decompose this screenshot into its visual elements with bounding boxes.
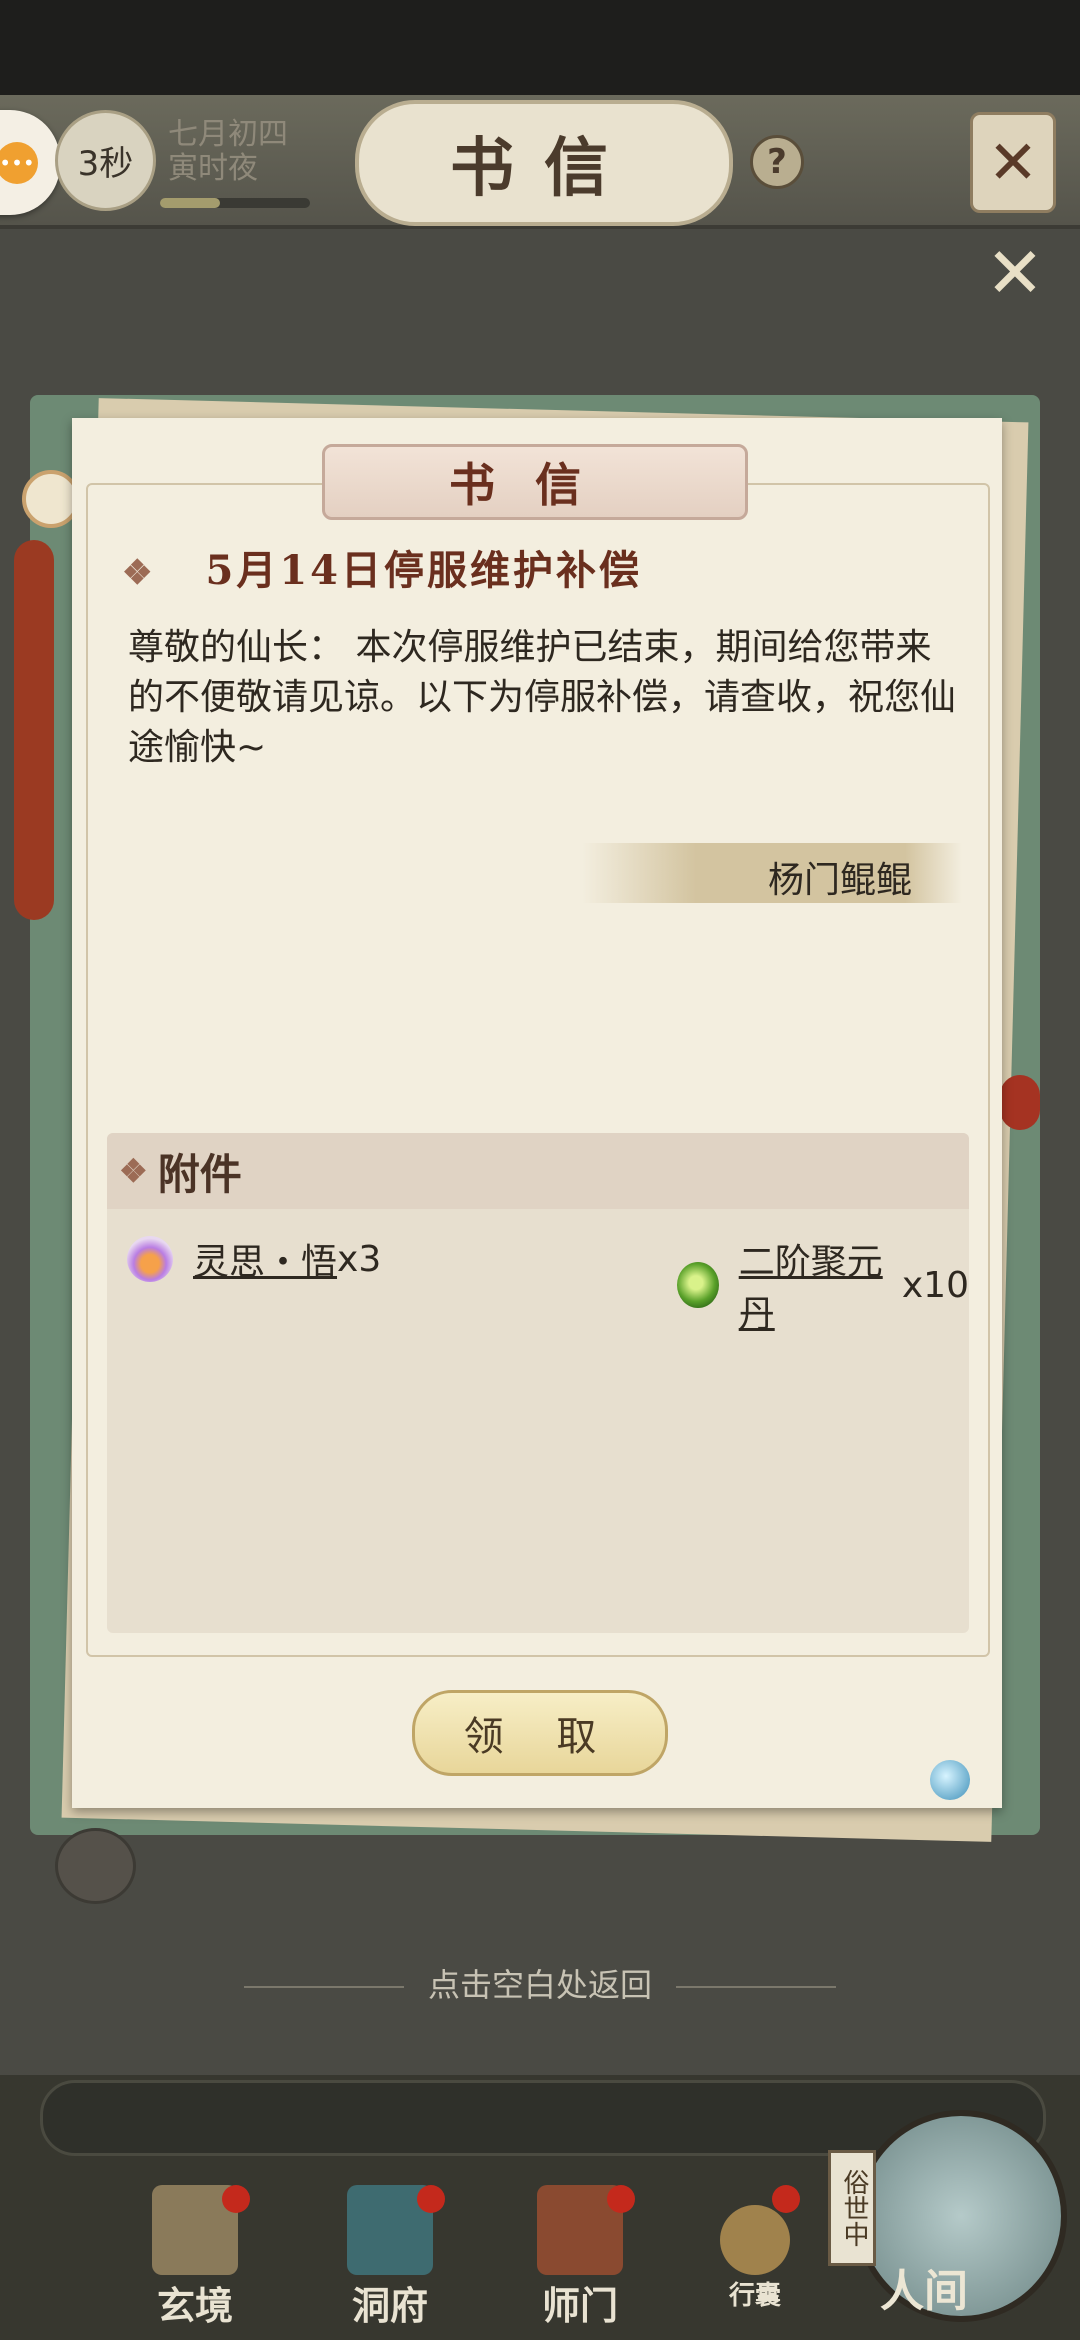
world-label: 人间 [880, 2266, 968, 2317]
top-close-icon[interactable]: ✕ [970, 112, 1056, 213]
attachments-section: ❖ 附件 灵思・悟 x3 二阶聚元丹 x10 [107, 1133, 969, 1633]
claim-button[interactable]: 领 取 [412, 1690, 668, 1776]
notification-dot [607, 2185, 635, 2213]
attachment-item[interactable]: 灵思・悟 x3 [127, 1233, 381, 1285]
tassel-decoration [1000, 1075, 1040, 1130]
time-progress-bar [160, 198, 310, 208]
close-button[interactable]: ✕ [980, 232, 1050, 314]
status-bar [0, 0, 1080, 95]
help-button[interactable]: ? [750, 135, 804, 189]
notification-dot [772, 2185, 800, 2213]
nav-shimen[interactable]: 师门 [515, 2185, 645, 2335]
notification-dot [417, 2185, 445, 2213]
lunar-date-line2: 寅时夜 [168, 151, 258, 186]
attachment-qty: x10 [901, 1264, 969, 1306]
attachment-name[interactable]: 二阶聚元丹 [739, 1233, 902, 1337]
nav-dongfu[interactable]: 洞府 [325, 2185, 455, 2335]
sender-name: 杨门鲲鲲 [767, 860, 912, 901]
page-title: 书信 [355, 100, 733, 226]
diamond-icon: ❖ [119, 1152, 148, 1190]
gem-icon [930, 1760, 970, 1800]
more-dots-icon: ••• [0, 142, 38, 184]
mail-body: 尊敬的仙长： 本次停服维护已结束，期间给您带来的不便敬请见谅。以下为停服补偿，请… [128, 627, 957, 768]
world-tag: 俗世中 [828, 2150, 876, 2266]
lunar-date: 七月初四 寅时夜 [168, 118, 288, 186]
lunar-date-line1: 七月初四 [168, 117, 288, 152]
green-pill-icon [677, 1262, 719, 1308]
letter-plaque: 书信 [322, 444, 748, 520]
attachment-item[interactable]: 二阶聚元丹 x10 [677, 1233, 969, 1337]
countdown-badge: 3秒 [55, 110, 156, 211]
mail-subject-text: 5月14日停服维护补偿 [205, 547, 642, 594]
nav-xuanjing[interactable]: 玄境 [130, 2185, 260, 2335]
tap-to-return-hint[interactable]: 点击空白处返回 [0, 1960, 1080, 2006]
notification-dot [222, 2185, 250, 2213]
attachment-name[interactable]: 灵思・悟 [193, 1233, 337, 1285]
bag-icon [720, 2205, 790, 2275]
mail-subject: ❖ 5月14日停服维护补偿 [122, 538, 642, 596]
flame-orb-icon [127, 1236, 173, 1282]
attachment-qty: x3 [337, 1238, 382, 1280]
attachments-heading: ❖ 附件 [107, 1133, 969, 1209]
diamond-icon: ❖ [122, 553, 156, 593]
chat-icon[interactable] [55, 1828, 136, 1904]
nav-xingnang[interactable]: 行囊 [700, 2185, 810, 2335]
letter-panel: 书信 ❖ 5月14日停服维护补偿 尊敬的仙长： 本次停服维护已结束，期间给您带来的… [72, 418, 1002, 1808]
signature: 杨门鲲鲲 [582, 843, 962, 903]
ribbon-decoration [14, 540, 54, 920]
